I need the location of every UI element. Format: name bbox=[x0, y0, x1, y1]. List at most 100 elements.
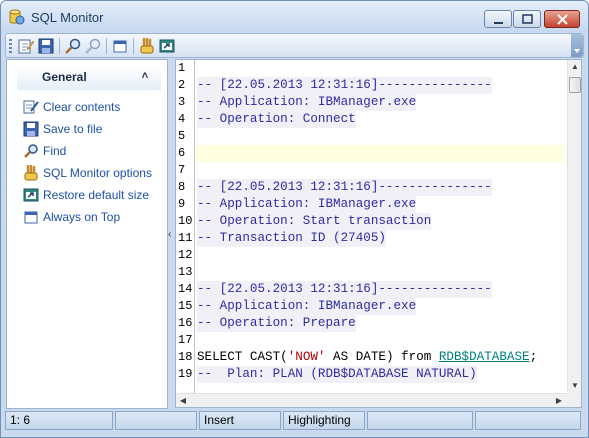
title-bar[interactable]: SQL Monitor bbox=[1, 1, 588, 32]
comment-line: -- [22.05.2013 12:31:16]--------------- bbox=[197, 281, 492, 298]
line-number: 17 bbox=[178, 333, 193, 347]
line-number: 1 bbox=[178, 61, 186, 75]
horizontal-scrollbar[interactable]: ◀ ▶ bbox=[176, 393, 567, 407]
comment-line: -- Application: IBManager.exe bbox=[197, 298, 417, 315]
toolbar-separator bbox=[59, 38, 60, 54]
collapse-icon[interactable]: ˄ bbox=[138, 69, 152, 83]
scroll-right-icon[interactable]: ▶ bbox=[552, 394, 566, 407]
status-cell-empty bbox=[475, 411, 581, 430]
sql-token: AS DATE) from bbox=[325, 350, 439, 364]
status-bar: 1: 6 Insert Highlighting bbox=[5, 411, 585, 431]
save-to-file-link[interactable]: Save to file bbox=[23, 119, 159, 139]
line-number: 7 bbox=[178, 163, 186, 177]
comment-line: -- Application: IBManager.exe bbox=[197, 196, 417, 213]
toolbar-separator bbox=[106, 38, 107, 54]
comment-line: -- [22.05.2013 12:31:16]--------------- bbox=[197, 77, 492, 94]
scroll-left-icon[interactable]: ◀ bbox=[176, 394, 190, 407]
line-number: 16 bbox=[178, 316, 193, 330]
toolbar-overflow-button[interactable] bbox=[571, 34, 583, 57]
find-next-icon[interactable] bbox=[84, 37, 102, 55]
panel-splitter[interactable]: ‹ bbox=[168, 59, 175, 409]
scroll-up-icon[interactable]: ▲ bbox=[568, 60, 581, 74]
status-cell-empty bbox=[115, 411, 197, 430]
navigation-panel: General ˄ Clear contents Save to file Fi… bbox=[6, 59, 168, 409]
line-number: 2 bbox=[178, 78, 186, 92]
status-highlighting: Highlighting bbox=[283, 411, 365, 430]
comment-line: -- Plan: PLAN (RDB$DATABASE NATURAL) bbox=[197, 366, 477, 383]
restore-size-icon bbox=[23, 188, 39, 202]
sql-token: ; bbox=[529, 350, 538, 364]
sql-monitor-app-icon bbox=[9, 9, 25, 25]
line-number: 15 bbox=[178, 299, 193, 313]
link-label: Restore default size bbox=[43, 188, 150, 202]
toolbar-grip[interactable] bbox=[9, 39, 12, 53]
line-number: 5 bbox=[178, 129, 186, 143]
line-number: 6 bbox=[178, 146, 186, 160]
chevron-left-icon[interactable]: ‹ bbox=[168, 229, 175, 241]
link-label: SQL Monitor options bbox=[43, 166, 152, 180]
line-number: 18 bbox=[178, 350, 193, 364]
sql-token: RDB$DATABASE bbox=[438, 350, 530, 364]
maximize-icon bbox=[522, 14, 533, 24]
toolbar-separator bbox=[133, 38, 134, 54]
line-number: 9 bbox=[178, 197, 186, 211]
restore-default-size-link[interactable]: Restore default size bbox=[23, 185, 159, 205]
scroll-down-icon[interactable]: ▼ bbox=[568, 379, 581, 393]
sql-token: SELECT CAST( bbox=[197, 350, 288, 364]
always-on-top-icon[interactable] bbox=[111, 37, 129, 55]
link-label: Clear contents bbox=[43, 100, 121, 114]
find-icon[interactable] bbox=[64, 37, 82, 55]
line-number: 19 bbox=[178, 367, 193, 381]
minimize-button[interactable] bbox=[484, 10, 512, 28]
clear-icon bbox=[23, 100, 39, 114]
link-label: Always on Top bbox=[43, 210, 121, 224]
maximize-button[interactable] bbox=[513, 10, 541, 28]
find-link[interactable]: Find bbox=[23, 141, 159, 161]
sql-monitor-window: SQL Monitor General ˄ Clear contents Sav… bbox=[0, 0, 589, 438]
line-number: 10 bbox=[178, 214, 193, 228]
close-button[interactable] bbox=[544, 10, 580, 28]
window-title: SQL Monitor bbox=[31, 10, 104, 25]
link-label: Save to file bbox=[43, 122, 103, 136]
comment-line: -- Operation: Prepare bbox=[197, 315, 356, 332]
clear-contents-link[interactable]: Clear contents bbox=[23, 97, 159, 117]
status-cursor-position: 1: 6 bbox=[5, 411, 113, 430]
line-number: 12 bbox=[178, 248, 193, 262]
line-number: 14 bbox=[178, 282, 193, 296]
general-group-items: Clear contents Save to file Find SQL Mon… bbox=[17, 92, 161, 292]
save-icon[interactable] bbox=[37, 37, 55, 55]
edit-icon[interactable] bbox=[17, 37, 35, 55]
group-title: General bbox=[42, 70, 87, 84]
vertical-scroll-thumb[interactable] bbox=[569, 77, 581, 93]
restore-size-icon[interactable] bbox=[158, 37, 176, 55]
minimize-icon bbox=[494, 22, 503, 24]
options-icon bbox=[24, 165, 38, 181]
options-icon[interactable] bbox=[138, 37, 156, 55]
sql-log-editor[interactable]: 1 2 -- [22.05.2013 12:31:16]--------------… bbox=[175, 59, 582, 408]
scrollbar-corner bbox=[567, 393, 581, 407]
comment-line: -- Operation: Connect bbox=[197, 111, 356, 128]
find-icon bbox=[24, 144, 38, 158]
sql-token: 'NOW' bbox=[287, 350, 326, 364]
save-icon bbox=[23, 121, 39, 137]
line-number: 4 bbox=[178, 112, 186, 126]
comment-line: -- [22.05.2013 12:31:16]--------------- bbox=[197, 179, 492, 196]
status-cell-empty bbox=[367, 411, 473, 430]
sql-statement: SELECT CAST('NOW' AS DATE) from RDB$DATA… bbox=[197, 349, 537, 366]
line-number: 3 bbox=[178, 95, 186, 109]
comment-line: -- Application: IBManager.exe bbox=[197, 94, 417, 111]
close-icon bbox=[557, 14, 568, 25]
sql-monitor-options-link[interactable]: SQL Monitor options bbox=[23, 163, 159, 183]
vertical-scrollbar[interactable]: ▲ ▼ bbox=[567, 60, 581, 393]
always-on-top-link[interactable]: Always on Top bbox=[23, 207, 159, 227]
always-on-top-icon bbox=[24, 211, 38, 224]
current-line-highlight bbox=[196, 145, 564, 162]
general-group-header[interactable]: General ˄ bbox=[17, 66, 161, 90]
line-number: 13 bbox=[178, 265, 193, 279]
status-edit-mode: Insert bbox=[199, 411, 281, 430]
link-label: Find bbox=[43, 144, 67, 158]
comment-line: -- Operation: Start transaction bbox=[197, 213, 432, 230]
chevron-down-icon bbox=[574, 49, 580, 53]
line-number: 8 bbox=[178, 180, 186, 194]
line-number: 11 bbox=[178, 231, 193, 245]
